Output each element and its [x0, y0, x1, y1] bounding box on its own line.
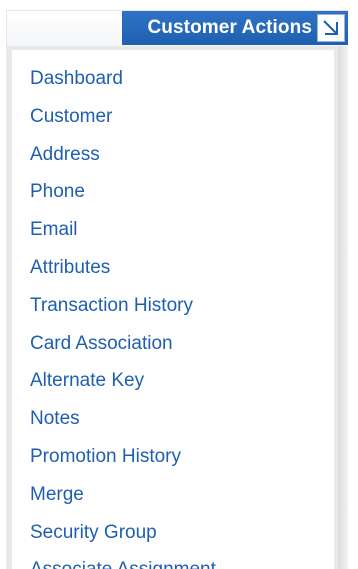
panel-shadow: [338, 46, 348, 569]
customer-actions-widget: Customer Actions Dashboard Customer Addr…: [0, 0, 358, 569]
menu-item-transaction-history[interactable]: Transaction History: [30, 295, 334, 333]
collapse-button[interactable]: [317, 14, 345, 42]
menu-item-attributes[interactable]: Attributes: [30, 257, 334, 295]
menu-item-phone[interactable]: Phone: [30, 181, 334, 219]
menu-item-email[interactable]: Email: [30, 219, 334, 257]
panel-title: Customer Actions: [147, 17, 312, 38]
menu-item-alternate-key[interactable]: Alternate Key: [30, 370, 334, 408]
panel-header: Customer Actions: [6, 10, 348, 46]
actions-list-container: Dashboard Customer Address Phone Email A…: [12, 50, 334, 569]
menu-item-notes[interactable]: Notes: [30, 408, 334, 446]
menu-item-security-group[interactable]: Security Group: [30, 522, 334, 560]
menu-item-customer[interactable]: Customer: [30, 106, 334, 144]
menu-item-address[interactable]: Address: [30, 144, 334, 182]
menu-item-card-association[interactable]: Card Association: [30, 333, 334, 371]
menu-item-associate-assignment[interactable]: Associate Assignment: [30, 559, 334, 569]
arrow-down-right-icon: [320, 17, 342, 39]
actions-panel: Dashboard Customer Address Phone Email A…: [6, 46, 348, 569]
menu-item-merge[interactable]: Merge: [30, 484, 334, 522]
header-tab: Customer Actions: [122, 11, 348, 45]
actions-menu: Dashboard Customer Address Phone Email A…: [30, 68, 334, 569]
menu-item-promotion-history[interactable]: Promotion History: [30, 446, 334, 484]
menu-item-dashboard[interactable]: Dashboard: [30, 68, 334, 106]
